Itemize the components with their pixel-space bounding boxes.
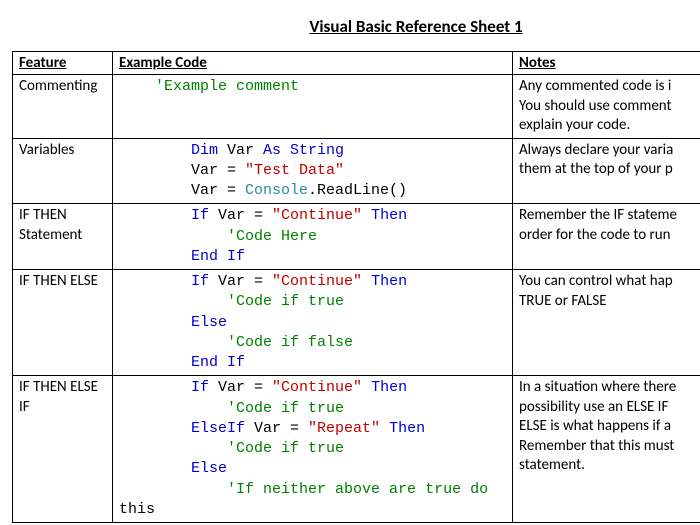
code-token: If — [191, 207, 209, 224]
code-line: this — [119, 500, 506, 520]
code-token: Var = — [245, 420, 308, 437]
code-token: As String — [263, 142, 344, 159]
code-token: 'Example comment — [155, 78, 299, 95]
feature-cell: IF THEN ELSE — [13, 270, 113, 376]
notes-cell: You can control what hapTRUE or FALSE — [513, 270, 700, 376]
code-line: 'Code if false — [119, 333, 506, 353]
code-block: 'Example comment — [119, 77, 506, 97]
code-token: 'Code if true — [227, 400, 344, 417]
code-block: If Var = "Continue" Then 'Code Here End … — [119, 206, 506, 267]
header-example: Example Code — [113, 52, 513, 75]
example-code-cell: If Var = "Continue" Then 'Code if true E… — [113, 270, 513, 376]
code-token: Else — [191, 314, 227, 331]
code-token: Var — [218, 142, 263, 159]
code-token: 'Code if false — [227, 334, 353, 351]
reference-table: Feature Example Code Notes Commenting 'E… — [12, 51, 700, 523]
code-token: Else — [191, 460, 227, 477]
code-line: Var = Console.ReadLine() — [119, 181, 506, 201]
code-line: If Var = "Continue" Then — [119, 272, 506, 292]
header-notes: Notes — [513, 52, 700, 75]
code-token: "Continue" — [272, 379, 362, 396]
code-line: 'Code if true — [119, 399, 506, 419]
code-token: End If — [191, 354, 245, 371]
code-token: Then — [371, 379, 407, 396]
feature-cell: IF THEN ELSE IF — [13, 376, 113, 523]
code-line: End If — [119, 353, 506, 373]
table-row: Commenting 'Example comment Any commented… — [13, 75, 700, 139]
code-line: 'Code if true — [119, 292, 506, 312]
feature-cell: IF THEN Statement — [13, 204, 113, 270]
code-token — [362, 207, 371, 224]
code-token: Var = — [209, 273, 272, 290]
example-code-cell: If Var = "Continue" Then 'Code Here End … — [113, 204, 513, 270]
code-block: Dim Var As String Var = "Test Data" Var … — [119, 141, 506, 202]
code-line: Else — [119, 313, 506, 333]
table-row: IF THEN ELSE IF If Var = "Continue" Then… — [13, 376, 700, 523]
code-token: 'If neither above are true do — [227, 481, 488, 498]
code-line: Else — [119, 459, 506, 479]
code-line: 'If neither above are true do — [119, 480, 506, 500]
example-code-cell: 'Example comment — [113, 75, 513, 139]
code-token: Var = — [191, 182, 245, 199]
code-token: If — [191, 273, 209, 290]
code-line: ElseIf Var = "Repeat" Then — [119, 419, 506, 439]
code-token: ElseIf — [191, 420, 245, 437]
code-line: If Var = "Continue" Then — [119, 378, 506, 398]
code-line: End If — [119, 247, 506, 267]
code-token: .ReadLine() — [308, 182, 407, 199]
table-row: Variables Dim Var As String Var = "Test … — [13, 138, 700, 204]
code-token: "Continue" — [272, 273, 362, 290]
code-token: If — [191, 379, 209, 396]
notes-cell: Always declare your variathem at the top… — [513, 138, 700, 204]
table-row: IF THEN ELSE If Var = "Continue" Then 'C… — [13, 270, 700, 376]
header-feature: Feature — [13, 52, 113, 75]
code-token: "Continue" — [272, 207, 362, 224]
code-token — [362, 379, 371, 396]
code-block: If Var = "Continue" Then 'Code if true E… — [119, 272, 506, 373]
notes-cell: Any commented code is iYou should use co… — [513, 75, 700, 139]
code-token: 'Code if true — [227, 440, 344, 457]
code-token: "Test Data" — [245, 162, 344, 179]
code-token: End If — [191, 248, 245, 265]
example-code-cell: If Var = "Continue" Then 'Code if true E… — [113, 376, 513, 523]
code-token: Var = — [209, 379, 272, 396]
code-token: Console — [245, 182, 308, 199]
code-line: 'Code if true — [119, 439, 506, 459]
code-line: If Var = "Continue" Then — [119, 206, 506, 226]
code-token: this — [119, 501, 155, 518]
feature-cell: Variables — [13, 138, 113, 204]
page-title: Visual Basic Reference Sheet 1 — [12, 16, 700, 37]
code-token: 'Code Here — [227, 228, 317, 245]
code-token: Then — [371, 273, 407, 290]
code-token: Then — [371, 207, 407, 224]
code-token: "Repeat" — [308, 420, 380, 437]
code-token — [380, 420, 389, 437]
example-code-cell: Dim Var As String Var = "Test Data" Var … — [113, 138, 513, 204]
notes-cell: Remember the IF statemeorder for the cod… — [513, 204, 700, 270]
table-row: IF THEN Statement If Var = "Continue" Th… — [13, 204, 700, 270]
code-token: Dim — [191, 142, 218, 159]
code-token: 'Code if true — [227, 293, 344, 310]
code-token: Then — [389, 420, 425, 437]
code-line: 'Example comment — [119, 77, 506, 97]
notes-cell: In a situation where therepossibility us… — [513, 376, 700, 523]
code-token: Var = — [191, 162, 245, 179]
code-token — [362, 273, 371, 290]
table-header-row: Feature Example Code Notes — [13, 52, 700, 75]
feature-cell: Commenting — [13, 75, 113, 139]
code-line: 'Code Here — [119, 227, 506, 247]
code-block: If Var = "Continue" Then 'Code if true E… — [119, 378, 506, 520]
code-line: Var = "Test Data" — [119, 161, 506, 181]
code-line: Dim Var As String — [119, 141, 506, 161]
code-token: Var = — [209, 207, 272, 224]
